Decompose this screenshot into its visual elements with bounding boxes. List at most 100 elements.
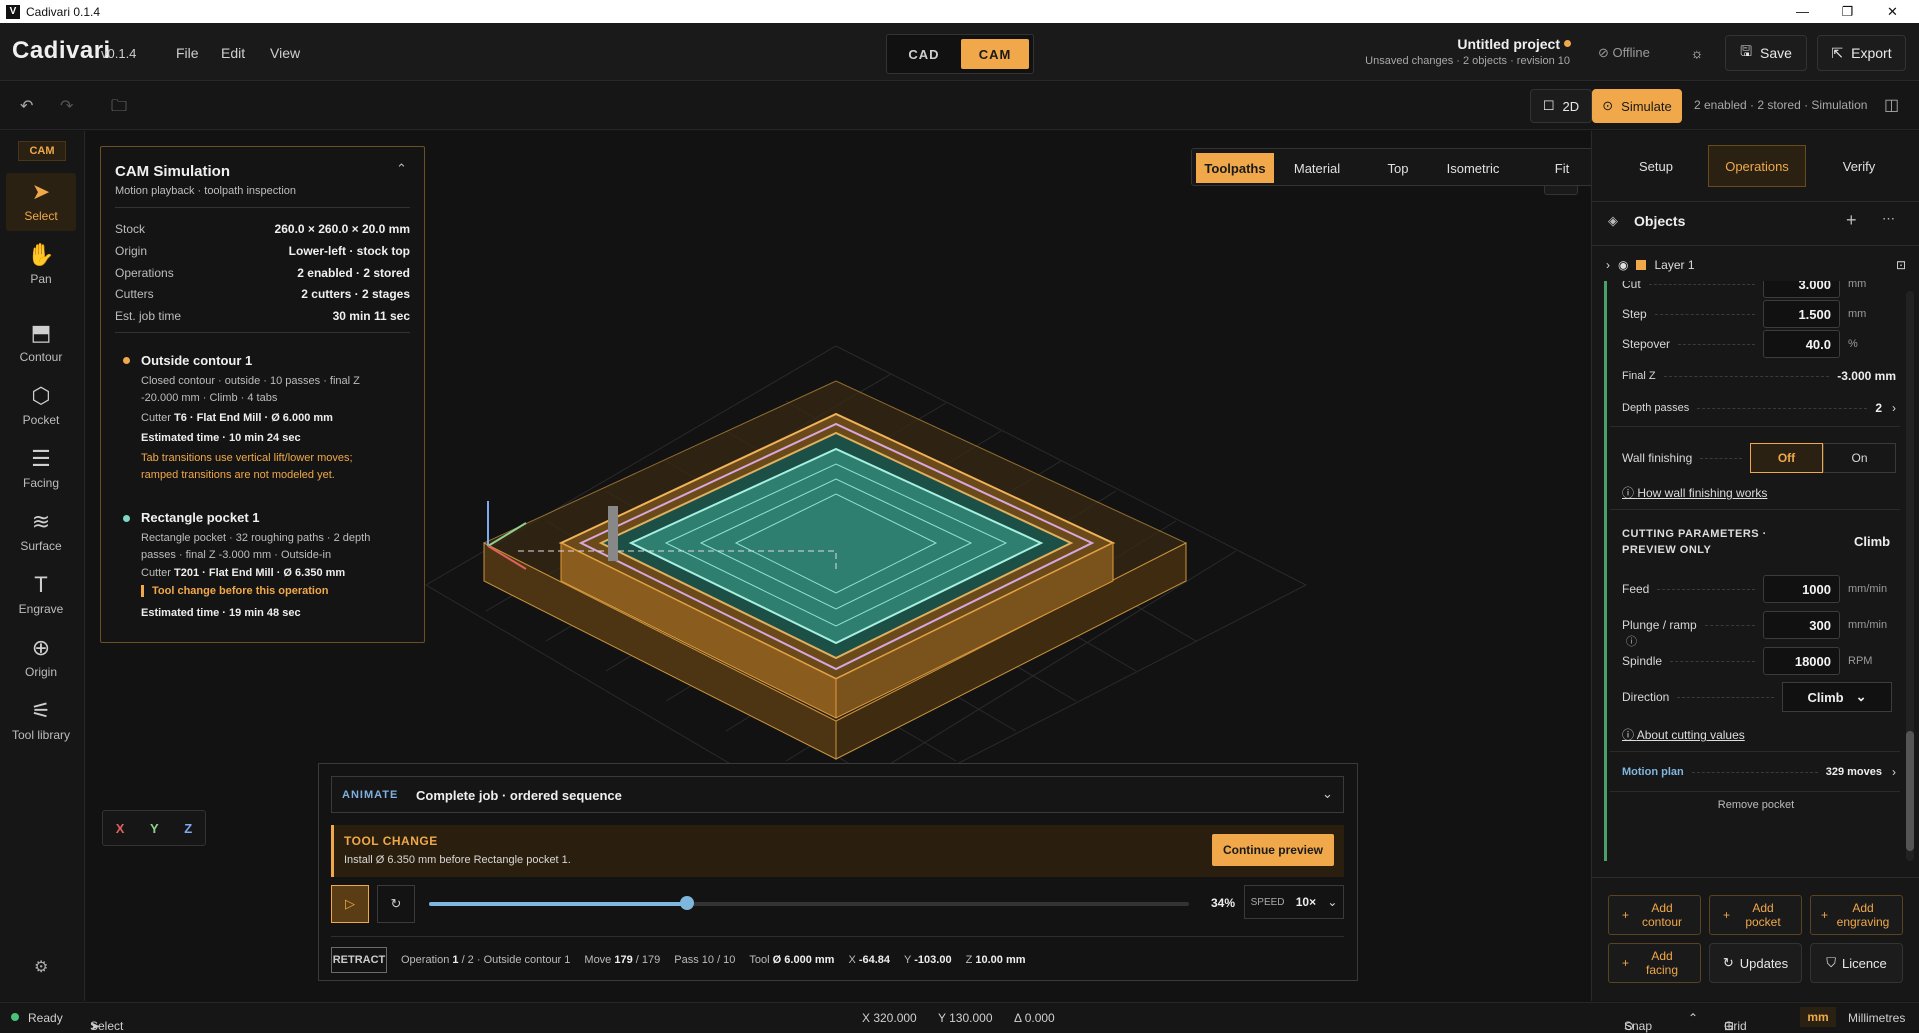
- play-button[interactable]: ▷: [331, 885, 369, 923]
- tab-verify[interactable]: Verify: [1810, 145, 1908, 187]
- folder-icon[interactable]: 🗀: [111, 95, 127, 122]
- export-button[interactable]: ⇱ Export: [1817, 35, 1906, 71]
- chevron-down-icon: ⌄: [1327, 895, 1338, 909]
- tool-surface[interactable]: ≋ Surface: [6, 503, 76, 561]
- toolbar-status: 2 enabled · 2 stored · Simulation: [1694, 98, 1868, 112]
- tool-contour[interactable]: ⬒ Contour: [6, 314, 76, 372]
- tool-facing[interactable]: ☰ Facing: [6, 440, 76, 498]
- direction-select[interactable]: Climb ⌄: [1782, 682, 1892, 712]
- depth-passes-row[interactable]: Depth passes 2 ›: [1622, 393, 1896, 423]
- tool-origin[interactable]: ⊕ Origin: [6, 629, 76, 687]
- progress-percent: 34%: [1211, 896, 1236, 910]
- chevron-right-icon: ›: [1892, 765, 1896, 779]
- restart-button[interactable]: ↻: [377, 885, 415, 923]
- minimize-icon[interactable]: —: [1780, 0, 1825, 23]
- tab-fit[interactable]: Fit: [1522, 153, 1602, 183]
- simulate-button[interactable]: ⊙ Simulate: [1592, 89, 1682, 123]
- tool-pan[interactable]: ✋ Pan: [6, 236, 76, 294]
- add-contour-button[interactable]: + Add contour: [1608, 895, 1701, 935]
- step-input[interactable]: 1.500: [1763, 300, 1840, 328]
- cutting-direction-summary: Climb: [1854, 534, 1891, 549]
- tab-setup[interactable]: Setup: [1608, 145, 1704, 187]
- sequence-title: Complete job · ordered sequence: [416, 788, 622, 803]
- redo-icon[interactable]: ↷: [60, 96, 73, 116]
- layers-icon: ◈: [1608, 213, 1618, 228]
- close-icon[interactable]: ✕: [1870, 0, 1915, 23]
- text-icon: T: [34, 572, 48, 597]
- mode-switch: CAD CAM: [886, 34, 1034, 74]
- save-button[interactable]: 🖫 Save: [1725, 35, 1807, 71]
- info-icon: ⓘ: [1622, 728, 1637, 742]
- axis-x-button[interactable]: X: [116, 821, 125, 836]
- plunge-input[interactable]: 300: [1763, 611, 1840, 639]
- tab-isometric[interactable]: Isometric: [1432, 153, 1514, 183]
- feed-input[interactable]: 1000: [1763, 575, 1840, 603]
- unsaved-dot: [1564, 40, 1571, 47]
- cutting-params-title: CUTTING PARAMETERS ·: [1622, 528, 1767, 540]
- add-facing-button[interactable]: + Add facing: [1608, 943, 1701, 983]
- undo-icon[interactable]: ↶: [20, 96, 33, 116]
- menu-view[interactable]: View: [270, 45, 300, 61]
- tab-operations[interactable]: Operations: [1708, 145, 1806, 187]
- maximize-icon[interactable]: ❐: [1825, 0, 1870, 23]
- plus-icon: +: [1621, 908, 1629, 922]
- collapse-up-icon[interactable]: ⌃: [396, 161, 407, 177]
- scrollbar[interactable]: [1906, 291, 1914, 861]
- feed-row: Feed 1000 mm/min: [1622, 574, 1887, 604]
- chevron-down-icon: ⌄: [1322, 786, 1333, 801]
- sequence-select[interactable]: ANIMATE Complete job · ordered sequence …: [331, 776, 1344, 813]
- remove-pocket-button[interactable]: Remove pocket: [1592, 799, 1919, 811]
- tool-library[interactable]: ⚟ Tool library: [6, 692, 76, 750]
- secondary-toolbar: ↶ ↷ 🗀 ☐ 2D ⊙ Simulate 2 enabled · 2 stored…: [0, 82, 1919, 130]
- licence-button[interactable]: ⛉ Licence: [1810, 943, 1903, 983]
- progress-track[interactable]: [429, 896, 1189, 910]
- cutting-values-link[interactable]: ⓘ About cutting values: [1622, 726, 1745, 743]
- settings-sliders-icon[interactable]: ⚙: [34, 957, 48, 977]
- tool-pocket[interactable]: ⬡ Pocket: [6, 377, 76, 435]
- axis-y-button[interactable]: Y: [150, 821, 159, 836]
- tab-toolpaths[interactable]: Toolpaths: [1196, 153, 1274, 183]
- op-dot: [123, 515, 130, 522]
- tool-engrave[interactable]: T Engrave: [6, 566, 76, 624]
- add-pocket-button[interactable]: + Add pocket: [1709, 895, 1802, 935]
- menu-edit[interactable]: Edit: [221, 45, 245, 61]
- op2-name[interactable]: Rectangle pocket 1: [141, 510, 260, 525]
- wall-off-button[interactable]: Off: [1750, 443, 1823, 473]
- window-title: Cadivari 0.1.4: [26, 4, 101, 19]
- wall-on-button[interactable]: On: [1823, 443, 1896, 473]
- motion-plan-row[interactable]: Motion plan 329 moves ›: [1622, 757, 1896, 787]
- speed-select[interactable]: SPEED 10× ⌄: [1244, 885, 1344, 919]
- shield-check-icon: ⛉: [1826, 955, 1836, 970]
- menu-file[interactable]: File: [176, 45, 199, 61]
- refresh-icon: ↻: [1722, 955, 1734, 970]
- more-icon[interactable]: ⋯: [1882, 211, 1895, 227]
- mode-cam-button[interactable]: CAM: [961, 39, 1029, 69]
- brand-name: Cadivari: [12, 37, 111, 64]
- panel-toggle-icon[interactable]: ◫: [1884, 95, 1899, 115]
- spindle-row: Spindle 18000 RPM: [1622, 646, 1880, 676]
- stepover-input[interactable]: 40.0: [1763, 330, 1840, 358]
- tool-select[interactable]: ➤ Select: [6, 173, 76, 231]
- tab-top[interactable]: Top: [1368, 153, 1428, 183]
- mode-cad-button[interactable]: CAD: [891, 39, 957, 69]
- unit-badge[interactable]: mm: [1800, 1007, 1836, 1027]
- continue-preview-button[interactable]: Continue preview: [1212, 834, 1334, 866]
- add-icon[interactable]: +: [1846, 210, 1857, 231]
- layer-row[interactable]: › ◉ Layer 1 ⊡: [1606, 254, 1906, 276]
- updates-button[interactable]: ↻ Updates: [1709, 943, 1802, 983]
- stat-row: Est. job time 30 min 11 sec: [115, 309, 410, 323]
- tab-material[interactable]: Material: [1278, 153, 1356, 183]
- layers-icon: ☰: [31, 446, 51, 471]
- axis-z-button[interactable]: Z: [184, 821, 192, 836]
- wall-finishing-link[interactable]: ⓘ How wall finishing works: [1622, 484, 1767, 501]
- theme-toggle[interactable]: ☼: [1678, 35, 1716, 71]
- lock-icon[interactable]: ⊡: [1896, 258, 1906, 272]
- chevron-up-icon[interactable]: ⌃: [1688, 1011, 1698, 1025]
- spindle-input[interactable]: 18000: [1763, 647, 1840, 675]
- toggle-2d-button[interactable]: ☐ 2D: [1530, 89, 1592, 123]
- progress-handle[interactable]: [680, 896, 695, 910]
- op1-name[interactable]: Outside contour 1: [141, 353, 252, 368]
- eye-icon[interactable]: ◉: [1618, 258, 1628, 272]
- add-engraving-button[interactable]: + Add engraving: [1810, 895, 1903, 935]
- op1-warning: Tab transitions use vertical lift/lower …: [141, 452, 353, 464]
